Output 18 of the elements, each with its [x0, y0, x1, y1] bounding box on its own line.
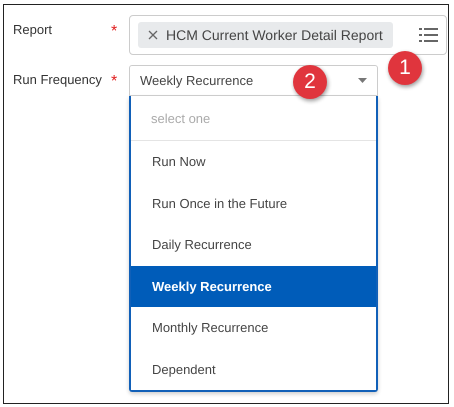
- field-label: Report: [13, 21, 54, 37]
- report-field[interactable]: HCM Current Worker Detail Report: [129, 15, 447, 55]
- chip-text: HCM Current Worker Detail Report: [166, 27, 383, 43]
- field-label: Run Frequency: [13, 71, 103, 87]
- list-icon[interactable]: [419, 28, 438, 42]
- caret-icon: [358, 78, 367, 83]
- close-icon[interactable]: [148, 30, 158, 40]
- step-badge: 2: [293, 65, 327, 99]
- required-mark: *: [111, 22, 118, 41]
- report-chip[interactable]: HCM Current Worker Detail Report: [138, 22, 393, 48]
- menu-option[interactable]: Weekly Recurrence: [131, 266, 376, 307]
- menu-option[interactable]: Monthly Recurrence: [131, 307, 376, 348]
- menu-option[interactable]: Run Once in the Future: [131, 182, 376, 224]
- menu-option[interactable]: Dependent: [131, 348, 376, 390]
- step-badge: 1: [388, 51, 422, 85]
- menu-option[interactable]: Run Now: [131, 141, 376, 182]
- menu-option[interactable]: Daily Recurrence: [131, 224, 376, 266]
- required-mark: *: [111, 72, 118, 91]
